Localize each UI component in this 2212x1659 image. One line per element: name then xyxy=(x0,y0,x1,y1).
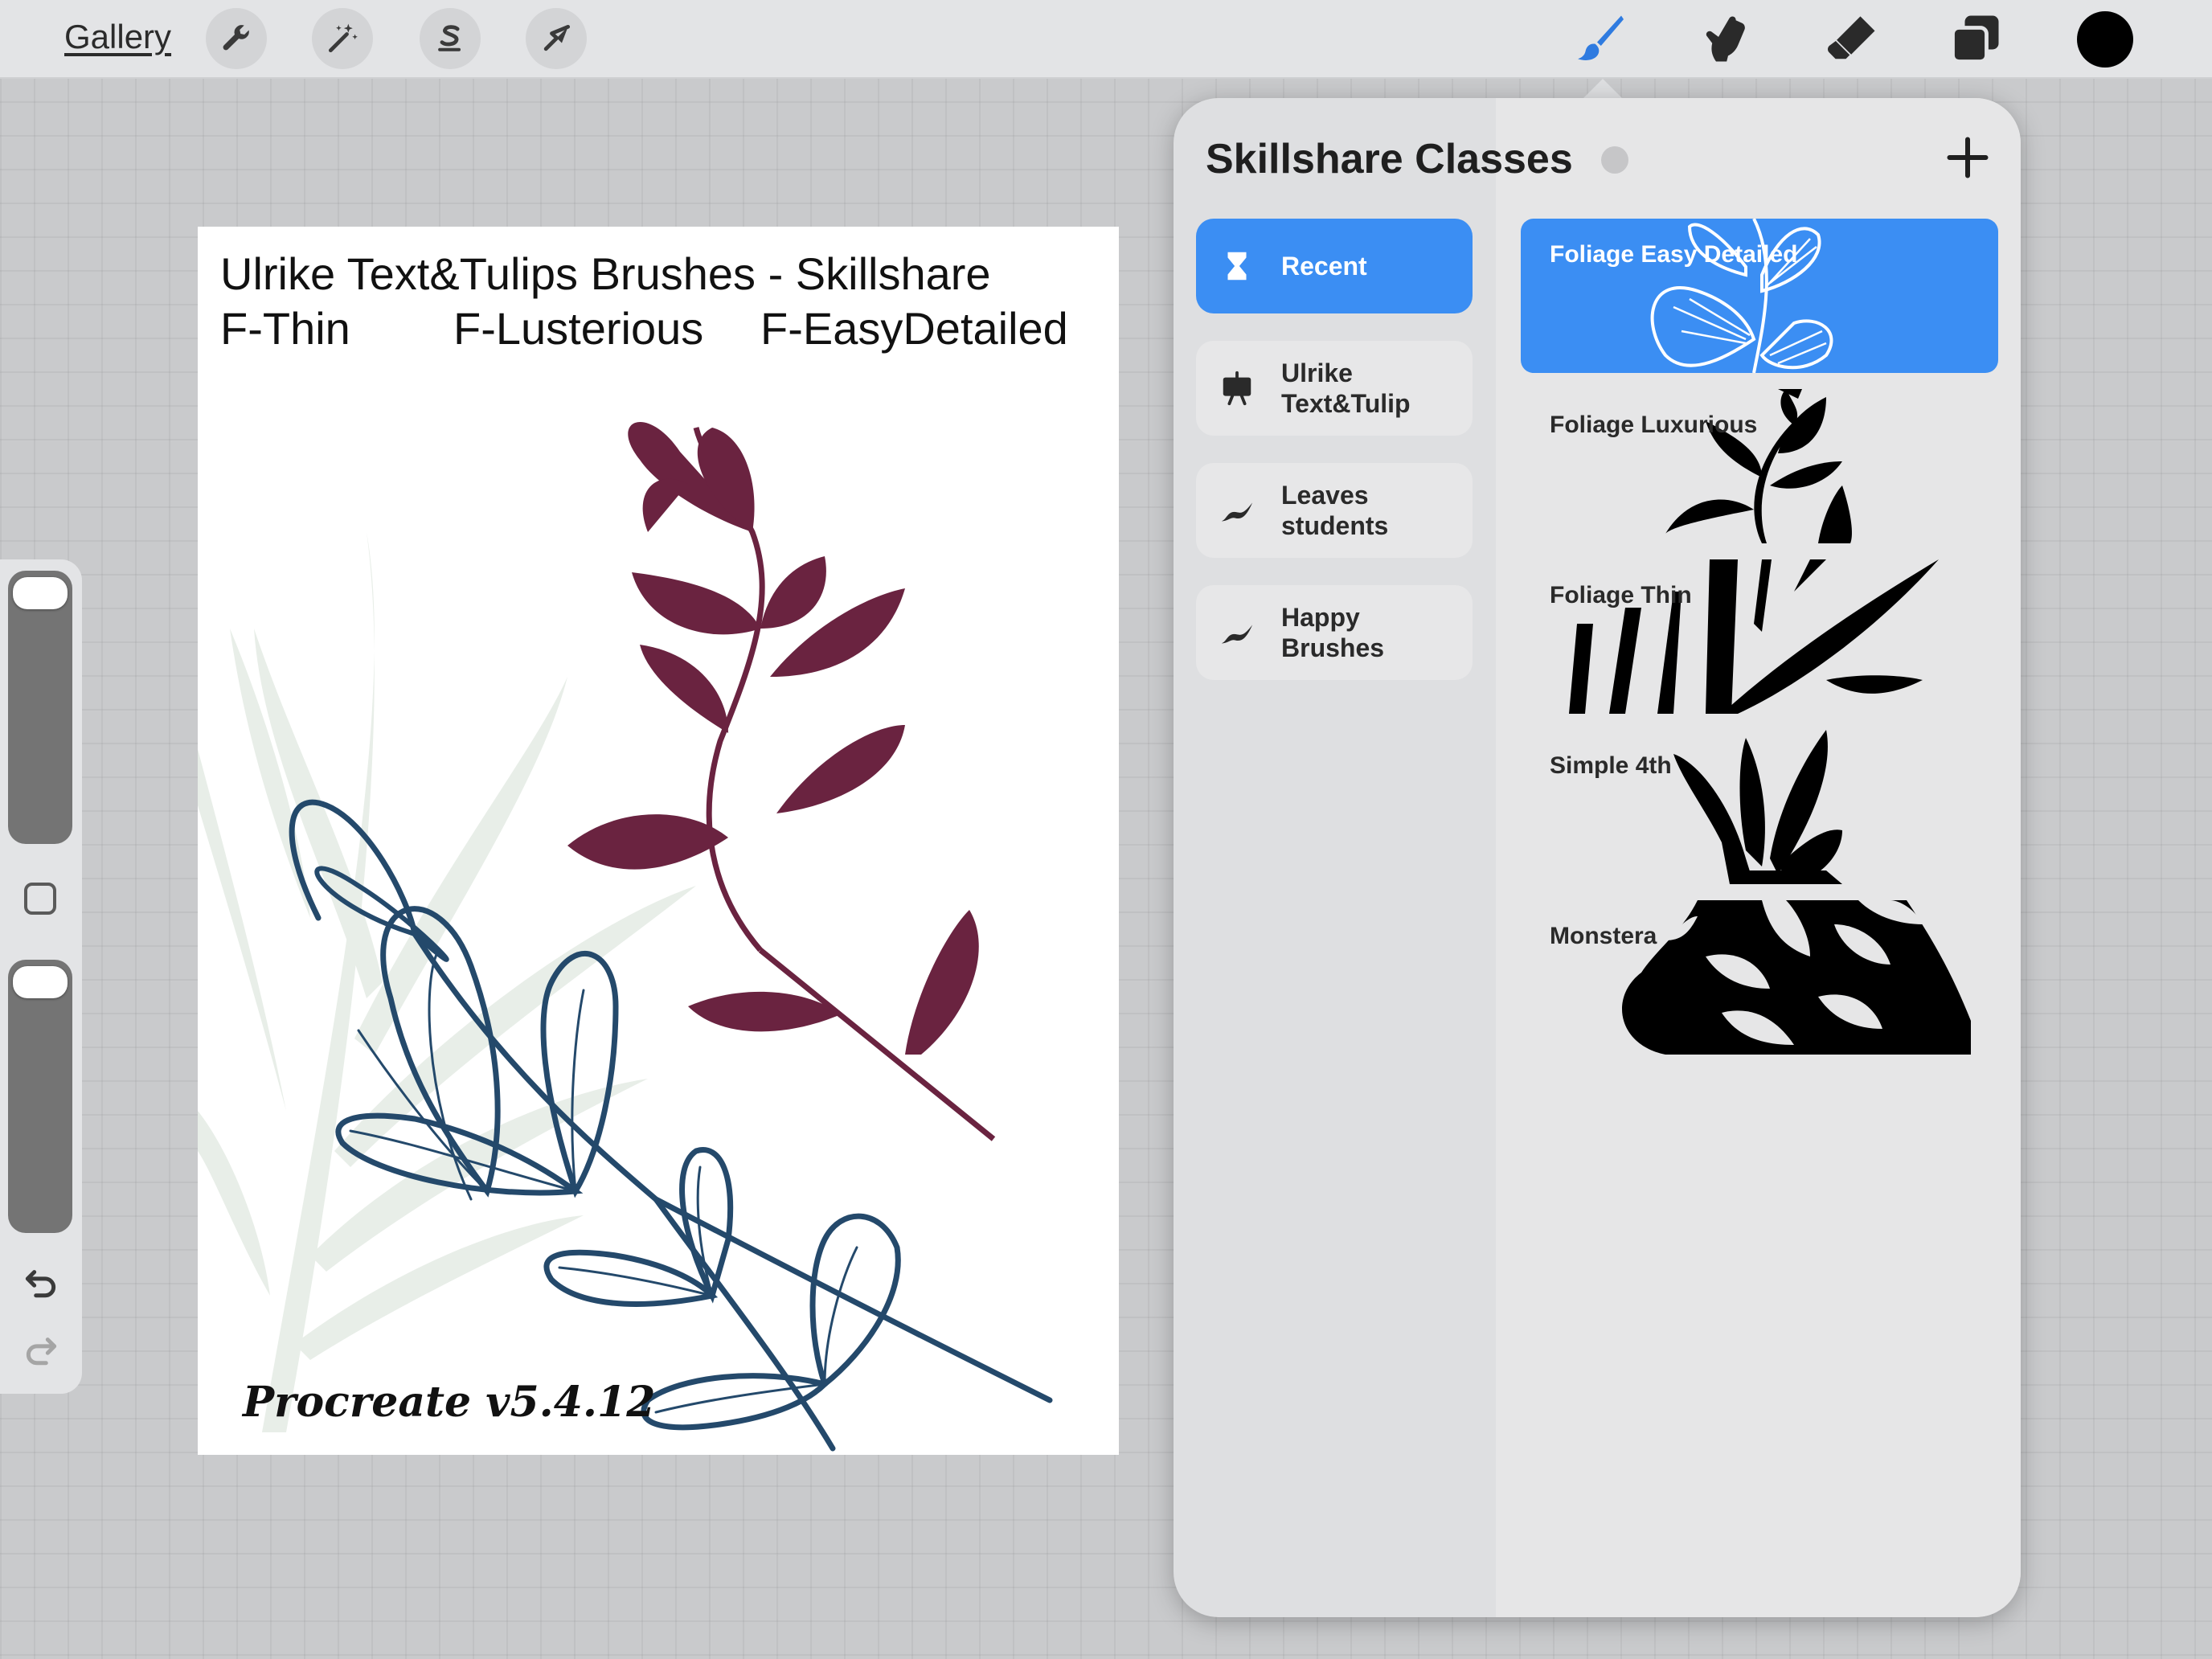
brush-name: Foliage Luxurious xyxy=(1550,412,1758,438)
erase-tool[interactable] xyxy=(1820,6,1884,71)
paint-tool[interactable] xyxy=(1567,6,1632,71)
brush-set-label: Recent xyxy=(1281,252,1367,281)
brush-library-panel: Skillshare Classes Recent Ulrike Text&Tu… xyxy=(1174,98,2021,1617)
brush-name: Foliage Thin xyxy=(1550,582,1692,608)
brush-set-label: Leaves students xyxy=(1281,481,1389,540)
brush-set-ulrike-text-tulip[interactable]: Ulrike Text&Tulip xyxy=(1196,341,1473,436)
brush-foliage-thin[interactable]: Foliage Thin xyxy=(1521,559,1998,714)
eraser-icon xyxy=(1828,16,1875,59)
actions-button[interactable] xyxy=(206,8,267,69)
label-thin: F-Thin xyxy=(220,303,350,354)
brush-stroke-icon xyxy=(1221,625,1253,644)
magic-wand-icon xyxy=(328,23,358,53)
color-picker-button[interactable] xyxy=(2077,11,2133,68)
undo-icon[interactable] xyxy=(21,1260,61,1301)
selection-button[interactable] xyxy=(420,8,481,69)
lusterious-foliage-stroke xyxy=(567,421,996,1141)
panel-pointer xyxy=(1582,79,1624,100)
brush-size-slider[interactable] xyxy=(8,571,72,844)
label-lusterious: F-Lusterious xyxy=(453,303,704,354)
brush-name: Foliage Easy Detailed xyxy=(1550,241,1798,268)
hourglass-icon xyxy=(1227,252,1247,281)
brush-monstera[interactable]: Monstera xyxy=(1521,900,1998,1055)
opacity-thumb[interactable] xyxy=(13,966,68,998)
adjustments-button[interactable] xyxy=(312,8,373,69)
layers-icon xyxy=(1951,15,1999,63)
brush-set-happy-brushes[interactable]: Happy Brushes xyxy=(1196,585,1473,680)
brush-size-thumb[interactable] xyxy=(13,577,68,609)
brush-set-label: Happy Brushes xyxy=(1281,603,1385,662)
canvas-heading: Ulrike Text&Tulips Brushes - Skillshare xyxy=(220,248,991,299)
brush-simple-4th[interactable]: Simple 4th xyxy=(1521,730,1998,884)
brush-library-title[interactable]: Skillshare Classes xyxy=(1206,135,1573,183)
chevron-down-icon[interactable] xyxy=(1601,146,1628,174)
wrench-icon xyxy=(223,25,249,51)
arrow-cursor-icon xyxy=(543,24,571,51)
brush-foliage-easy-detailed[interactable]: Foliage Easy Detailed xyxy=(1521,219,1998,373)
brush-name: Monstera xyxy=(1550,923,1657,949)
layers-button[interactable] xyxy=(1944,6,2008,71)
selection-s-icon xyxy=(438,25,461,51)
brush-stroke-icon xyxy=(1221,502,1253,522)
modify-button[interactable] xyxy=(24,883,56,915)
brush-foliage-luxurious[interactable]: Foliage Luxurious xyxy=(1521,389,1998,543)
brush-set-leaves-students[interactable]: Leaves students xyxy=(1196,463,1473,558)
redo-icon[interactable] xyxy=(21,1328,61,1368)
top-toolbar: Gallery xyxy=(0,0,2212,79)
transform-button[interactable] xyxy=(526,8,587,69)
brush-set-recent[interactable]: Recent xyxy=(1196,219,1473,313)
brush-icon xyxy=(1578,15,1624,60)
opacity-slider[interactable] xyxy=(8,960,72,1233)
brush-set-label: Ulrike Text&Tulip xyxy=(1281,358,1411,418)
easel-icon xyxy=(1223,371,1251,406)
smudge-tool[interactable] xyxy=(1691,6,1755,71)
plus-icon[interactable] xyxy=(1944,133,1992,182)
drawing-canvas[interactable]: Ulrike Text&Tulips Brushes - Skillshare … xyxy=(198,227,1119,1455)
brush-name: Simple 4th xyxy=(1550,752,1672,779)
canvas-footer: Procreate v5.4.12 xyxy=(243,1378,656,1427)
label-easydetailed: F-EasyDetailed xyxy=(760,303,1068,354)
canvas-artwork xyxy=(198,421,1053,1452)
gallery-button[interactable]: Gallery xyxy=(64,18,171,56)
left-sidebar xyxy=(0,559,82,1394)
smudge-finger-icon xyxy=(1706,16,1745,62)
